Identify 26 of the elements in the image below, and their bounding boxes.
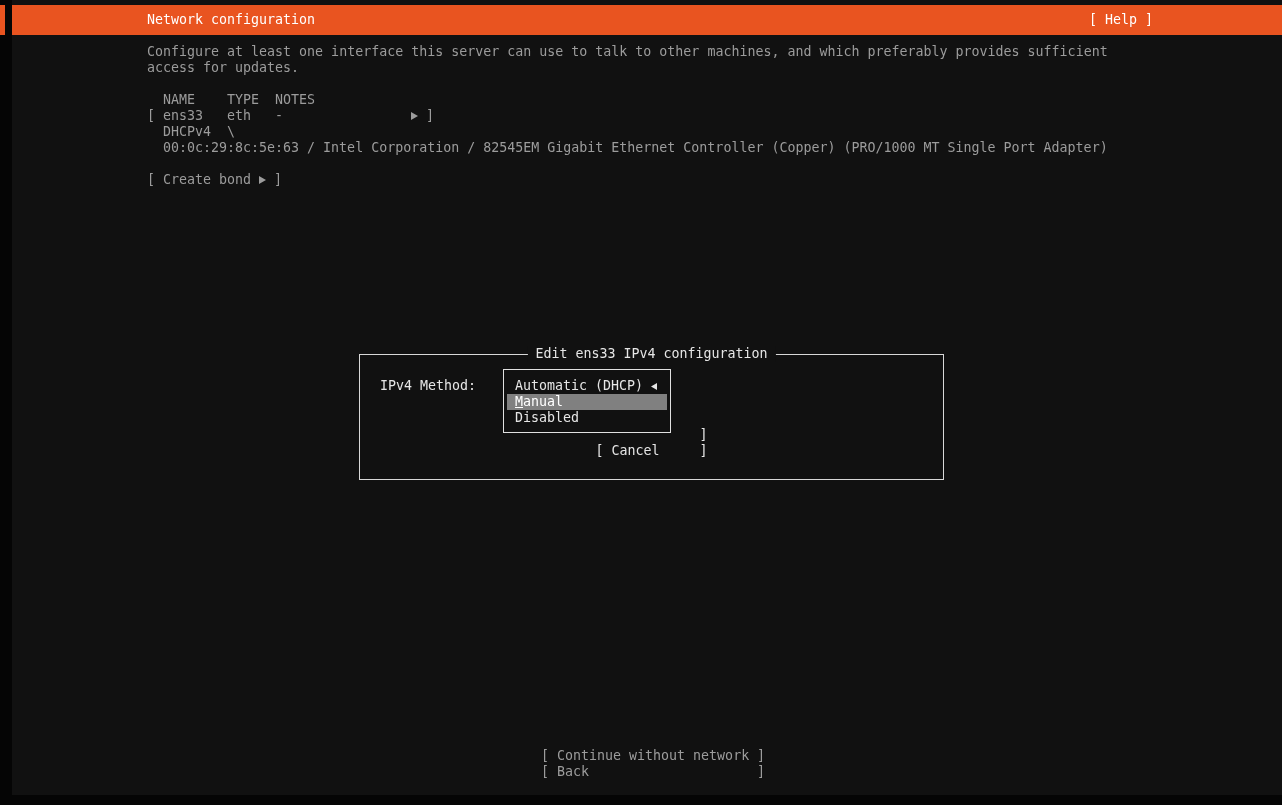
cancel-button[interactable]: [ Cancel ] [595, 443, 708, 459]
dropdown-option[interactable]: Disabled [507, 410, 667, 426]
partial-button[interactable]: ] [595, 427, 708, 443]
table-cell-text: \ [227, 124, 236, 140]
column-header: NOTES [275, 92, 317, 108]
create-bond-button[interactable]: [ Create bond ] [147, 172, 283, 188]
table-cell-text: ens33 [163, 108, 205, 124]
dialog-title: Edit ens33 IPv4 configuration [527, 346, 776, 362]
hardware-info: 00:0c:29:8c:5e:63 / Intel Corporation / 82545EM Gigabit Ethernet Controller (Copper) (PRO/1000 MT Single Port Adapter) [163, 140, 1108, 156]
caret-icon [259, 176, 267, 184]
footer-button[interactable]: [ Back ] [541, 764, 765, 780]
table-cell-text: DHCPv4 [163, 124, 213, 140]
table-cell-text: - [275, 108, 284, 124]
interface-row[interactable]: [ ens33 eth - ] [147, 108, 1282, 124]
accent-bar [0, 5, 5, 35]
dropdown-option[interactable]: Manual [507, 394, 667, 410]
screen-title: Network configuration [147, 12, 316, 28]
table-cell-text: eth [227, 108, 253, 124]
dropdown-option[interactable]: Automatic (DHCP) [507, 378, 667, 394]
column-header: TYPE [227, 92, 261, 108]
help-button[interactable]: [ Help ] [1088, 12, 1153, 28]
field-label: IPv4 Method: [380, 378, 477, 394]
column-header: NAME [163, 92, 197, 108]
intro-text: Configure at least one interface this server can use to talk to other machines, and which preferably provides sufficient access for updates. [147, 44, 1109, 76]
footer-button[interactable]: [ Continue without network ] [541, 748, 765, 764]
caret-icon [411, 112, 418, 120]
